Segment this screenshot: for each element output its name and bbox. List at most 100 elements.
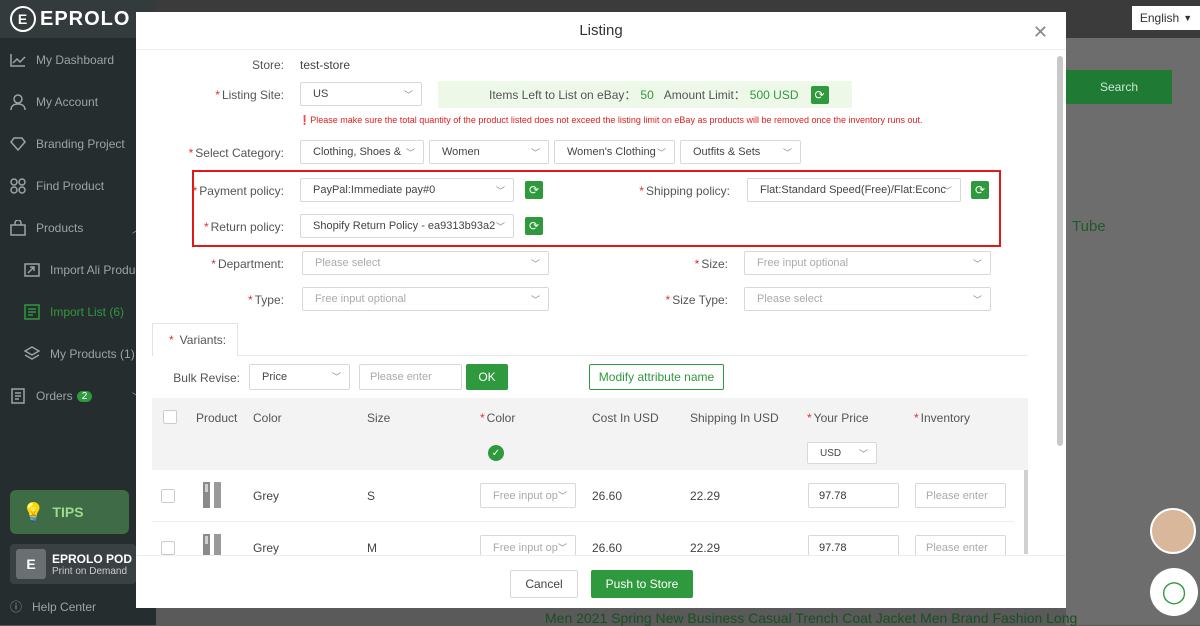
warning-icon: ❗: [299, 115, 311, 125]
ebay-limit-box: Items Left to List on eBay： 50 Amount Li…: [438, 81, 852, 108]
sidebar-item-label: Branding Project: [36, 137, 125, 151]
refresh-shipping-icon[interactable]: ⟳: [971, 181, 989, 199]
col-shipping: Shipping In USD: [690, 411, 779, 425]
store-label: Store:: [251, 58, 284, 72]
size-label: * Size:: [694, 257, 728, 271]
category-select-2[interactable]: Women ﹀: [429, 140, 549, 164]
logo-mark-icon: E: [10, 6, 36, 32]
row-price-input[interactable]: 97.78: [808, 483, 899, 508]
bulk-revise-input[interactable]: Please enter: [359, 364, 462, 390]
sidebar-item-find-product[interactable]: Find Product: [0, 165, 156, 207]
sidebar-item-import-ali[interactable]: Import Ali Produc: [0, 249, 156, 291]
check-icon[interactable]: ✓: [488, 445, 504, 461]
chevron-down-icon: ﹀: [331, 372, 341, 382]
sidebar-item-label: Import List (6): [50, 305, 125, 319]
bulk-revise-select[interactable]: Price ﹀: [249, 364, 350, 390]
chevron-down-icon: ﹀: [403, 90, 413, 100]
help-label: Help Center: [32, 599, 97, 614]
sidebar-item-my-products[interactable]: My Products (1): [0, 333, 156, 375]
bulk-ok-button[interactable]: OK: [466, 364, 508, 390]
amount-limit-label: Amount Limit：: [663, 88, 746, 102]
payment-policy-select[interactable]: PayPal:Immediate pay#0 ﹀: [300, 178, 514, 202]
pod-banner[interactable]: E EPROLO POD Print on Demand: [10, 544, 136, 584]
close-icon[interactable]: ✕: [1033, 22, 1048, 43]
push-to-store-button[interactable]: Push to Store: [591, 570, 693, 598]
sidebar-item-dashboard[interactable]: My Dashboard: [0, 39, 156, 81]
chevron-down-icon: ﹀: [972, 259, 982, 269]
row-checkbox[interactable]: [161, 489, 175, 503]
sidebar-item-label: Find Product: [36, 179, 105, 193]
modal-scrollbar[interactable]: [1057, 56, 1063, 446]
category-select-3[interactable]: Women's Clothing ﹀: [554, 140, 675, 164]
row-checkbox[interactable]: [161, 541, 175, 555]
type-input[interactable]: Free input optional ﹀: [302, 287, 549, 311]
modify-attribute-button[interactable]: Modify attribute name: [589, 364, 724, 390]
background-product-title: Men 2021 Spring New Business Casual Tren…: [545, 610, 1078, 626]
chevron-down-icon: ﹀: [858, 449, 868, 459]
select-all-checkbox[interactable]: [163, 410, 177, 424]
row-shipping: 22.29: [690, 489, 721, 503]
tips-button[interactable]: 💡 TIPS: [10, 490, 129, 534]
row-size: M: [367, 541, 377, 555]
variants-subheader: ✓ USD ﹀: [152, 436, 1028, 470]
sidebar-item-label: Orders: [36, 389, 73, 403]
col-product: Product: [196, 411, 238, 425]
eprolo-logo[interactable]: E EPROLO: [0, 0, 156, 38]
currency-select[interactable]: USD ﹀: [807, 442, 877, 464]
sidebar-item-products[interactable]: Products︿: [0, 207, 156, 249]
sidebar-item-label: My Dashboard: [36, 53, 115, 67]
row-color: Grey: [253, 489, 280, 503]
category-select-1[interactable]: Clothing, Shoes & ﹀: [300, 140, 424, 164]
help-icon: ⓘ: [10, 600, 23, 614]
chevron-down-icon: ▼: [1183, 13, 1193, 23]
chevron-down-icon: ﹀: [557, 491, 567, 501]
department-select[interactable]: Please select ﹀: [302, 251, 549, 275]
listing-site-label: * Listing Site:: [215, 88, 284, 102]
refresh-icon[interactable]: ⟳: [810, 85, 829, 104]
refresh-return-icon[interactable]: ⟳: [525, 217, 543, 235]
sidebar-item-branding[interactable]: Branding Project: [0, 123, 156, 165]
department-label: * Department:: [211, 257, 284, 271]
user-icon: [10, 94, 26, 110]
size-input[interactable]: Free input optional ﹀: [744, 251, 991, 275]
pod-subtitle: Print on Demand: [52, 565, 128, 577]
size-type-select[interactable]: Please select ﹀: [744, 287, 991, 311]
chevron-down-icon: ﹀: [405, 148, 415, 158]
sidebar-item-orders[interactable]: Orders2﹀: [0, 375, 156, 417]
orders-badge: 2: [76, 390, 93, 402]
return-policy-label: * Return policy:: [203, 220, 284, 234]
tab-divider: [152, 355, 1028, 356]
table-scrollbar[interactable]: [1024, 470, 1028, 554]
items-left-label: Items Left to List on eBay：: [489, 88, 637, 102]
list-icon: [24, 304, 40, 320]
chevron-down-icon: ﹀: [530, 295, 540, 305]
help-center-link[interactable]: ⓘ Help Center: [10, 598, 96, 615]
support-avatar[interactable]: [1150, 508, 1196, 554]
return-policy-select[interactable]: Shopify Return Policy - ea9313b93a2 ﹀: [300, 214, 514, 238]
col-color-attr: * Color: [480, 411, 516, 425]
category-select-4[interactable]: Outfits & Sets ﹀: [680, 140, 801, 164]
sidebar-item-account[interactable]: My Account: [0, 81, 156, 123]
amount-limit-value: 500 USD: [749, 87, 799, 102]
bulk-revise-label: Bulk Revise:: [173, 371, 240, 385]
category-label: * Select Category:: [188, 146, 284, 160]
sidebar-item-import-list[interactable]: Import List (6): [0, 291, 156, 333]
col-your-price: * Your Price: [807, 411, 869, 425]
language-select[interactable]: English ▼: [1132, 6, 1200, 30]
store-value: test-store: [300, 58, 351, 72]
shipping-policy-select[interactable]: Flat:Standard Speed(Free)/Flat:Econc ﹀: [747, 178, 961, 202]
cancel-button[interactable]: Cancel: [510, 570, 578, 598]
row-cost: 26.60: [592, 489, 623, 503]
chat-icon[interactable]: ◯: [1150, 568, 1198, 616]
listing-site-select[interactable]: US ﹀: [300, 82, 422, 106]
chevron-down-icon: ﹀: [495, 222, 505, 232]
import-icon: [24, 262, 40, 278]
diamond-icon: [10, 136, 26, 152]
row-inventory-input[interactable]: Please enter: [915, 483, 1006, 508]
tab-variants[interactable]: * Variants:: [152, 323, 238, 356]
grid-icon: [10, 178, 26, 194]
refresh-payment-icon[interactable]: ⟳: [525, 181, 543, 199]
chevron-down-icon: ﹀: [656, 148, 666, 158]
row-color-input[interactable]: Free input op ﹀: [480, 483, 576, 508]
listing-warning: ❗Please make sure the total quantity of …: [299, 115, 923, 125]
